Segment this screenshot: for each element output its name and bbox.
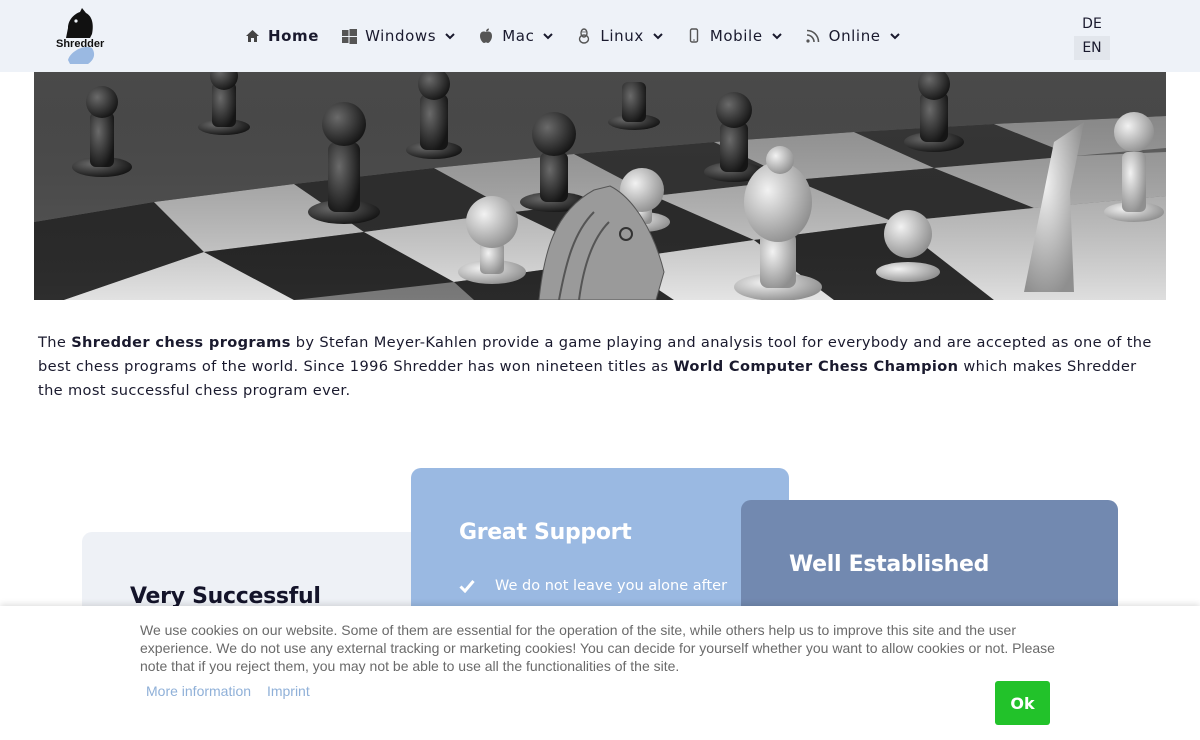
intro-paragraph: The Shredder chess programs by Stefan Me… — [38, 331, 1158, 403]
card-point-support: We do not leave you alone after — [459, 578, 727, 595]
nav-label-mac: Mac — [502, 27, 535, 45]
cookie-links: More information Imprint — [146, 683, 322, 699]
card-point-text: We do not leave you alone after — [495, 578, 728, 594]
more-information-link[interactable]: More information — [146, 683, 251, 699]
chevron-down-icon — [542, 30, 554, 42]
intro-text-1: The — [38, 334, 72, 351]
logo-wordmark: Shredder — [56, 38, 105, 50]
imprint-link[interactable]: Imprint — [267, 683, 310, 699]
home-icon — [244, 28, 260, 44]
nav-item-online[interactable]: Online — [805, 27, 901, 45]
chevron-down-icon — [771, 30, 783, 42]
hero-chess-image — [34, 72, 1166, 300]
chevron-down-icon — [652, 30, 664, 42]
apple-icon — [478, 28, 494, 44]
intro-highlight-champion: World Computer Chess Champion — [673, 358, 959, 375]
language-switcher: DE EN — [1074, 12, 1110, 60]
windows-icon — [341, 28, 357, 44]
nav-item-mac[interactable]: Mac — [478, 27, 554, 45]
linux-icon — [576, 28, 592, 44]
card-title-support: Great Support — [459, 520, 632, 545]
mobile-icon — [686, 28, 702, 44]
card-title-established: Well Established — [789, 552, 990, 577]
language-de[interactable]: DE — [1074, 12, 1110, 36]
rss-icon — [805, 28, 821, 44]
cookie-notice-text: We use cookies on our website. Some of t… — [140, 622, 1055, 674]
nav-label-linux: Linux — [600, 27, 644, 45]
shredder-logo[interactable]: Shredder — [54, 8, 106, 64]
site-header: Shredder Home Windows Mac Linux Mobile O… — [0, 0, 1200, 72]
knight-logo-icon — [66, 8, 95, 64]
cookie-ok-button[interactable]: Ok — [995, 681, 1050, 725]
nav-item-home[interactable]: Home — [244, 27, 319, 45]
nav-item-windows[interactable]: Windows — [341, 27, 456, 45]
nav-item-mobile[interactable]: Mobile — [686, 27, 783, 45]
main-nav: Home Windows Mac Linux Mobile Online — [244, 22, 923, 50]
nav-item-linux[interactable]: Linux — [576, 27, 663, 45]
cookie-banner: We use cookies on our website. Some of t… — [0, 606, 1200, 740]
intro-highlight-programs: Shredder chess programs — [71, 334, 291, 351]
nav-label-mobile: Mobile — [709, 27, 763, 45]
nav-label-windows: Windows — [365, 27, 437, 45]
language-en[interactable]: EN — [1074, 36, 1110, 60]
nav-label-home: Home — [268, 27, 320, 45]
chevron-down-icon — [889, 30, 901, 42]
nav-label-online: Online — [828, 27, 881, 45]
checkmark-icon — [459, 579, 475, 595]
chevron-down-icon — [444, 30, 456, 42]
